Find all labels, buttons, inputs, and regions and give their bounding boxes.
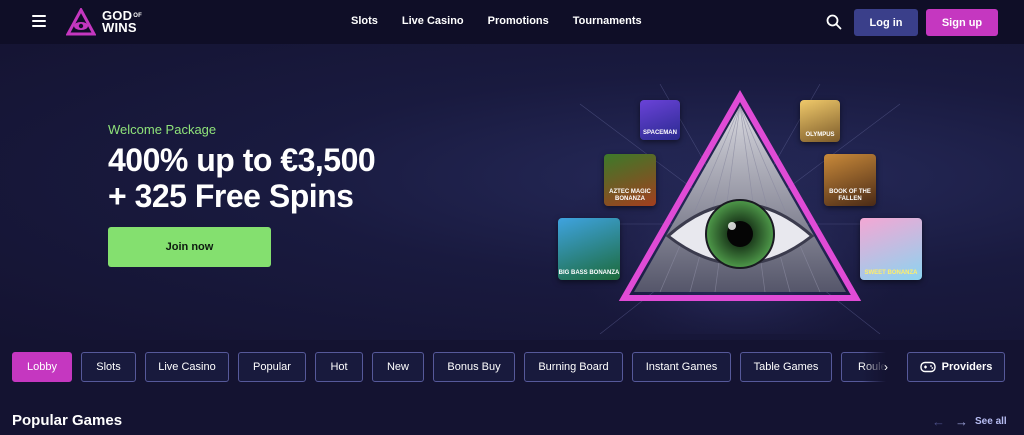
chevron-right-icon[interactable]: › [884,360,888,374]
game-tile-spaceman[interactable]: SPACEMAN [640,100,680,140]
login-button[interactable]: Log in [854,9,918,36]
hero-banner: Welcome Package 400% up to €3,500 + 325 … [0,44,1024,340]
nav-tournaments[interactable]: Tournaments [573,15,642,27]
top-header: GODOF WINS Slots Live Casino Promotions … [0,0,1024,44]
join-now-button[interactable]: Join now [108,227,271,267]
bonus-headline: 400% up to €3,500 + 325 Free Spins [108,142,376,214]
providers-label: Providers [941,361,993,373]
category-burning-board[interactable]: Burning Board [524,352,623,382]
signup-button[interactable]: Sign up [926,9,998,36]
category-scroll-fade [862,352,902,382]
see-all-link[interactable]: See all [975,416,1007,427]
category-slots[interactable]: Slots [81,352,136,382]
category-hot[interactable]: Hot [315,352,363,382]
game-tile-book-of-the-fallen[interactable]: BOOK OF THE FALLEN [824,154,876,206]
game-tile-olympus[interactable]: OLYMPUS [800,100,840,142]
nav-slots[interactable]: Slots [351,15,378,27]
hamburger-menu-icon[interactable] [32,15,46,27]
category-bonus-buy[interactable]: Bonus Buy [433,352,515,382]
search-icon[interactable] [826,14,842,30]
category-lobby[interactable]: Lobby [12,352,72,382]
providers-button[interactable]: Providers [907,352,1005,382]
arrow-left-icon[interactable]: ← [932,414,945,429]
category-new[interactable]: New [372,352,424,382]
game-tile-sweet-bonanza[interactable]: SWEET BONANZA [860,218,922,280]
hero-artwork: SPACEMAN OLYMPUS AZTEC MAGIC BONANZA BOO… [540,83,940,340]
carousel-arrows: ← → [932,414,978,429]
main-nav: Slots Live Casino Promotions Tournaments [351,15,666,27]
category-table-games[interactable]: Table Games [740,352,832,382]
game-tile-aztec-magic-bonanza[interactable]: AZTEC MAGIC BONANZA [604,154,656,206]
eye-triangle-logo-icon [66,8,96,36]
game-tile-big-bass-bonanza[interactable]: BIG BASS BONANZA [558,218,620,280]
category-live-casino[interactable]: Live Casino [145,352,229,382]
category-bar: Lobby Slots Live Casino Popular Hot New … [12,352,892,382]
nav-live-casino[interactable]: Live Casino [402,15,464,27]
logo-text: GODOF WINS [102,8,142,35]
headline-line-1: 400% up to €3,500 [108,142,376,178]
all-seeing-eye-pyramid-icon [550,83,930,340]
section-title: Popular Games [12,412,123,429]
nav-promotions[interactable]: Promotions [488,15,549,27]
gamepad-icon [919,361,936,373]
logo[interactable]: GODOF WINS [66,8,142,36]
headline-line-2: + 325 Free Spins [108,178,354,214]
category-popular[interactable]: Popular [238,352,306,382]
welcome-label: Welcome Package [108,122,217,137]
category-instant-games[interactable]: Instant Games [632,352,731,382]
arrow-right-icon[interactable]: → [955,414,968,429]
